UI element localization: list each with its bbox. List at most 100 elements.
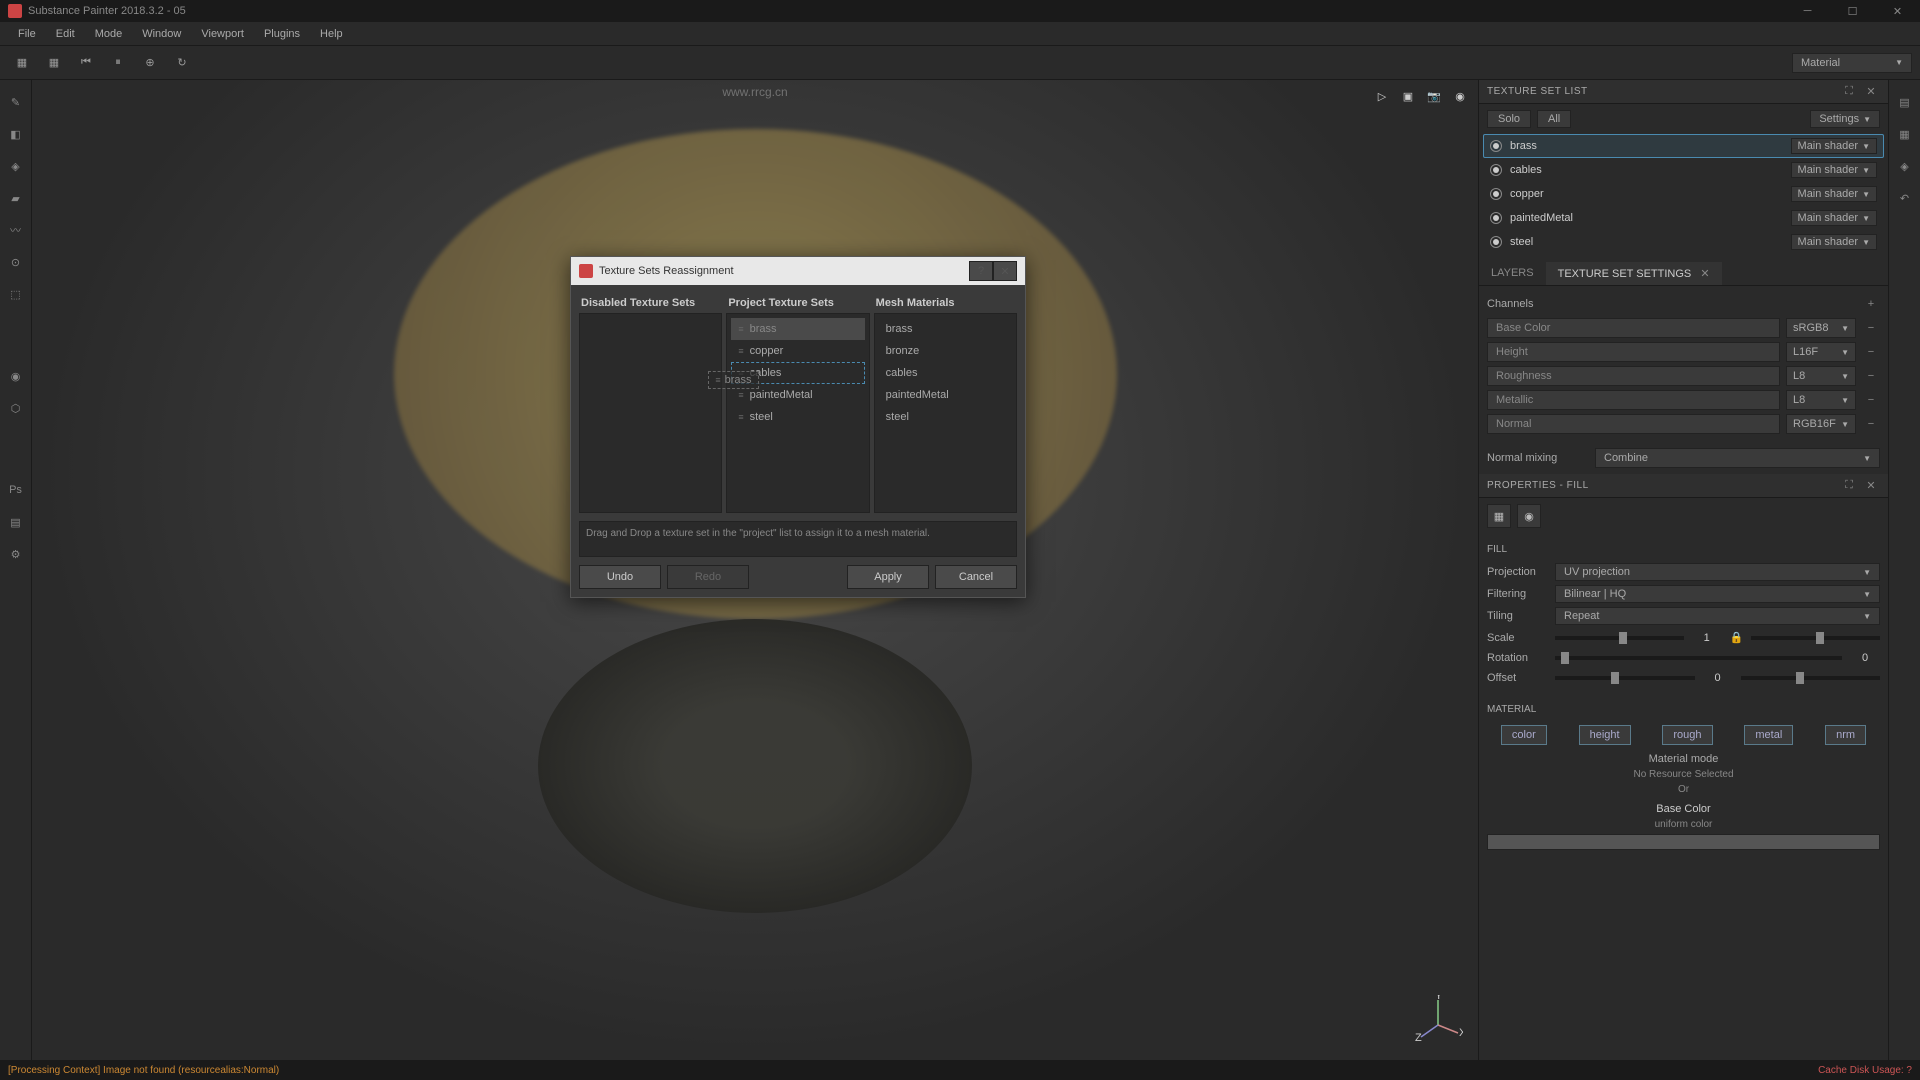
remove-channel-button[interactable]: − <box>1862 319 1880 337</box>
list-item[interactable]: ≡copper <box>731 340 864 362</box>
panel-close-icon[interactable]: ✕ <box>1862 83 1880 101</box>
mat-nrm-button[interactable]: nrm <box>1825 725 1866 745</box>
solo-button[interactable]: Solo <box>1487 110 1531 128</box>
scale-slider[interactable] <box>1555 636 1684 640</box>
disabled-texture-sets-list[interactable] <box>579 313 722 513</box>
shader-dropdown[interactable]: Main shader▼ <box>1791 186 1877 202</box>
list-item[interactable]: ≡steel <box>731 406 864 428</box>
add-channel-button[interactable]: + <box>1862 295 1880 313</box>
ps-export-icon[interactable]: Ps <box>2 476 30 504</box>
eraser-tool-icon[interactable]: ◧ <box>2 120 30 148</box>
visibility-toggle-icon[interactable] <box>1490 188 1502 200</box>
ts-settings-dropdown[interactable]: Settings ▼ <box>1810 110 1880 128</box>
channel-format-dropdown[interactable]: sRGB8▼ <box>1786 318 1856 338</box>
mat-height-button[interactable]: height <box>1579 725 1631 745</box>
dialog-title-bar[interactable]: Texture Sets Reassignment ? ✕ <box>571 257 1025 285</box>
cancel-button[interactable]: Cancel <box>935 565 1017 589</box>
visibility-toggle-icon[interactable] <box>1490 140 1502 152</box>
list-item[interactable]: bronze <box>879 340 1012 362</box>
mat-color-button[interactable]: color <box>1501 725 1547 745</box>
tab-texture-set-settings[interactable]: TEXTURE SET SETTINGS ✕ <box>1546 262 1722 285</box>
menu-file[interactable]: File <box>8 24 46 44</box>
texture-icon[interactable]: ◈ <box>1891 152 1919 180</box>
ts-item-copper[interactable]: copper Main shader▼ <box>1483 182 1884 206</box>
back-icon[interactable]: ⏮ <box>72 49 100 77</box>
menu-plugins[interactable]: Plugins <box>254 24 310 44</box>
maximize-button[interactable]: ☐ <box>1830 0 1875 22</box>
all-button[interactable]: All <box>1537 110 1571 128</box>
rotation-value[interactable]: 0 <box>1850 652 1880 664</box>
layers-icon[interactable]: ▦ <box>1891 120 1919 148</box>
ts-item-brass[interactable]: brass Main shader▼ <box>1483 134 1884 158</box>
add-icon[interactable]: ⊕ <box>136 49 164 77</box>
clone-tool-icon[interactable]: ⊙ <box>2 248 30 276</box>
grid4-icon[interactable]: ▦ <box>8 49 36 77</box>
settings-tool-icon[interactable]: ⚙ <box>2 540 30 568</box>
list-item[interactable]: ≡brass <box>731 318 864 340</box>
remove-channel-button[interactable]: − <box>1862 391 1880 409</box>
tiling-dropdown[interactable]: Repeat▼ <box>1555 607 1880 625</box>
mat-metal-button[interactable]: metal <box>1744 725 1793 745</box>
channel-format-dropdown[interactable]: L16F▼ <box>1786 342 1856 362</box>
resource-icon[interactable]: ▤ <box>2 508 30 536</box>
channel-format-dropdown[interactable]: L8▼ <box>1786 390 1856 410</box>
menu-mode[interactable]: Mode <box>85 24 133 44</box>
panel-close-icon[interactable]: ✕ <box>1862 477 1880 495</box>
rotation-slider[interactable] <box>1555 656 1842 660</box>
minimize-button[interactable]: ─ <box>1785 0 1830 22</box>
offset-slider-y[interactable] <box>1741 676 1881 680</box>
polyfill-icon[interactable]: ⬡ <box>2 394 30 422</box>
list-item[interactable]: cables <box>879 362 1012 384</box>
refresh-icon[interactable]: ↻ <box>168 49 196 77</box>
panel-expand-icon[interactable]: ⛶ <box>1840 477 1858 495</box>
menu-viewport[interactable]: Viewport <box>191 24 254 44</box>
mat-rough-button[interactable]: rough <box>1662 725 1712 745</box>
menu-help[interactable]: Help <box>310 24 353 44</box>
smudge-tool-icon[interactable]: 〰 <box>2 216 30 244</box>
filtering-dropdown[interactable]: Bilinear | HQ▼ <box>1555 585 1880 603</box>
grid9-icon[interactable]: ▦ <box>40 49 68 77</box>
offset-value[interactable]: 0 <box>1703 672 1733 684</box>
offset-slider-x[interactable] <box>1555 676 1695 680</box>
tab-close-icon[interactable]: ✕ <box>1700 268 1709 280</box>
color-swatch[interactable] <box>1487 834 1880 850</box>
pause-icon[interactable]: ⏸ <box>104 49 132 77</box>
normal-mixing-dropdown[interactable]: Combine▼ <box>1595 448 1880 468</box>
visibility-toggle-icon[interactable] <box>1490 212 1502 224</box>
tab-layers[interactable]: LAYERS <box>1479 262 1546 285</box>
visibility-toggle-icon[interactable] <box>1490 164 1502 176</box>
scale-value[interactable]: 1 <box>1692 632 1722 644</box>
menu-edit[interactable]: Edit <box>46 24 85 44</box>
shader-dropdown[interactable]: Main shader▼ <box>1791 234 1877 250</box>
select-tool-icon[interactable]: ⬚ <box>2 280 30 308</box>
remove-channel-button[interactable]: − <box>1862 367 1880 385</box>
axis-gizmo[interactable]: Y X Z <box>1413 995 1463 1045</box>
shelf-icon[interactable]: ▤ <box>1891 88 1919 116</box>
viewport-perspective-icon[interactable]: ▷ <box>1372 86 1392 106</box>
ts-item-cables[interactable]: cables Main shader▼ <box>1483 158 1884 182</box>
fill-tool-icon[interactable]: ▰ <box>2 184 30 212</box>
lock-icon[interactable]: 🔒 <box>1730 631 1744 644</box>
dialog-close-button[interactable]: ✕ <box>993 261 1017 281</box>
apply-button[interactable]: Apply <box>847 565 929 589</box>
menu-window[interactable]: Window <box>132 24 191 44</box>
material-picker-icon[interactable]: ◉ <box>2 362 30 390</box>
projection-dropdown[interactable]: UV projection▼ <box>1555 563 1880 581</box>
list-item[interactable]: paintedMetal <box>879 384 1012 406</box>
fill-mode-icon[interactable]: ▦ <box>1487 504 1511 528</box>
shader-dropdown[interactable]: Main shader▼ <box>1791 210 1877 226</box>
dialog-help-button[interactable]: ? <box>969 261 993 281</box>
visibility-toggle-icon[interactable] <box>1490 236 1502 248</box>
shader-dropdown[interactable]: Main shader▼ <box>1791 162 1877 178</box>
ts-item-steel[interactable]: steel Main shader▼ <box>1483 230 1884 254</box>
material-dropdown[interactable]: Material ▼ <box>1792 53 1912 73</box>
redo-button[interactable]: Redo <box>667 565 749 589</box>
list-item[interactable]: steel <box>879 406 1012 428</box>
viewport-camera2-icon[interactable]: 📷 <box>1424 86 1444 106</box>
material-mode-icon[interactable]: ◉ <box>1517 504 1541 528</box>
scale-slider-y[interactable] <box>1751 636 1880 640</box>
viewport-render-icon[interactable]: ◉ <box>1450 86 1470 106</box>
ts-item-paintedmetal[interactable]: paintedMetal Main shader▼ <box>1483 206 1884 230</box>
remove-channel-button[interactable]: − <box>1862 415 1880 433</box>
shader-dropdown[interactable]: Main shader▼ <box>1791 138 1877 154</box>
